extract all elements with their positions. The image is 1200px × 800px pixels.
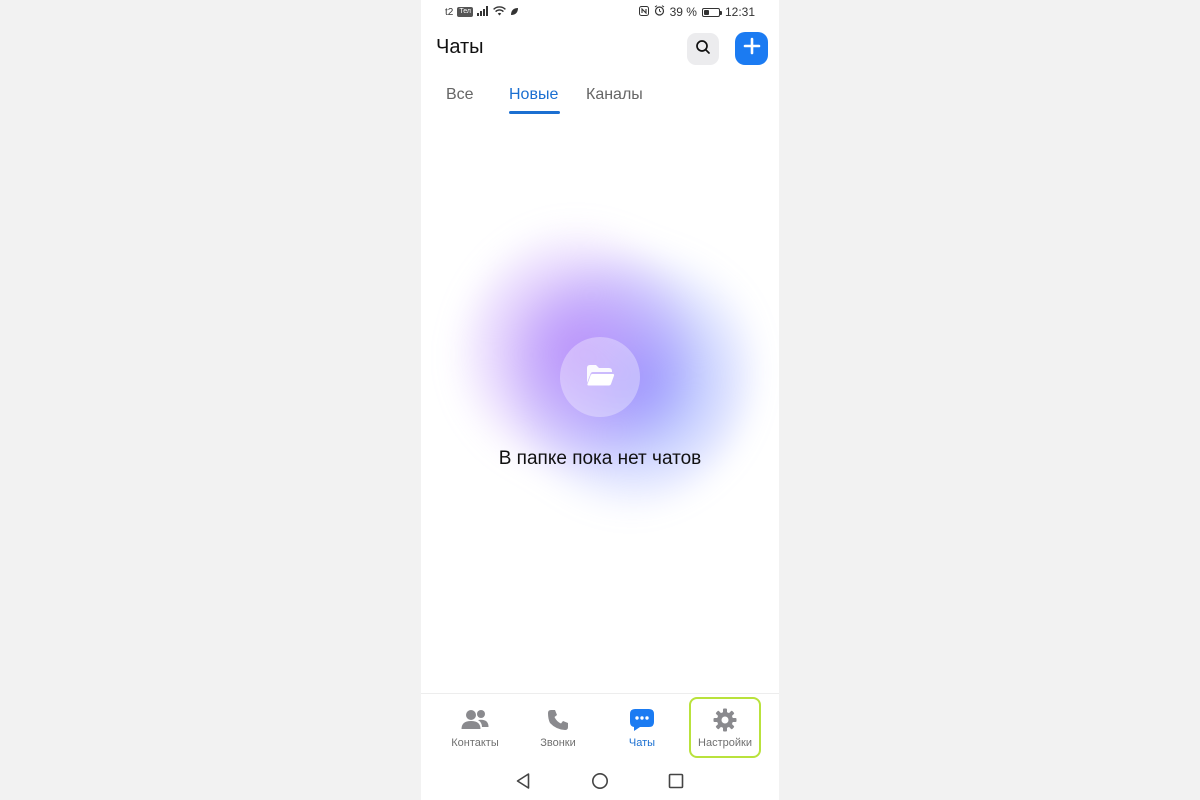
status-bar-right: 39 % 12:31 (638, 5, 755, 19)
leaf-icon (510, 5, 519, 19)
tab-all[interactable]: Все (446, 86, 474, 104)
settings-highlight-frame (689, 697, 761, 758)
nfc-icon (638, 5, 649, 19)
bottom-nav-divider (421, 693, 779, 694)
empty-state-icon-circle (560, 337, 640, 417)
recents-icon[interactable] (665, 770, 687, 792)
tab-channels[interactable]: Каналы (586, 86, 643, 104)
battery-fill (703, 9, 709, 15)
back-icon[interactable] (512, 770, 534, 792)
page-title: Чаты (436, 36, 484, 58)
carrier-badge: Тел (457, 7, 473, 17)
plus-icon (743, 37, 761, 60)
status-bar: t2 Тел 39 % 12:31 (421, 0, 779, 24)
nav-item-calls[interactable]: Звонки (523, 706, 593, 749)
folder-icon (585, 363, 615, 392)
nav-label-chats: Чаты (628, 737, 656, 749)
carrier-label: t2 (445, 6, 454, 18)
system-navigation-bar (421, 768, 779, 794)
chat-bubble-icon (607, 706, 677, 734)
nav-item-contacts[interactable]: Контакты (440, 706, 510, 749)
search-button[interactable] (687, 33, 719, 65)
empty-state-text: В папке пока нет чатов (498, 448, 702, 469)
phone-icon (523, 706, 593, 734)
battery-icon (701, 7, 722, 17)
status-bar-left: t2 Тел (445, 5, 519, 19)
nav-label-contacts: Контакты (451, 737, 499, 749)
clock: 12:31 (724, 5, 755, 19)
phone-screen: t2 Тел 39 % 12:31 Чаты Все Новые Каналы … (421, 0, 779, 800)
active-tab-indicator (509, 111, 560, 114)
home-icon[interactable] (589, 770, 611, 792)
nav-item-chats[interactable]: Чаты (607, 706, 677, 749)
signal-icon (476, 5, 489, 19)
battery-percent: 39 % (669, 5, 697, 19)
new-chat-button[interactable] (735, 32, 768, 65)
nav-label-calls: Звонки (540, 737, 576, 749)
wifi-icon (493, 5, 506, 19)
tab-new[interactable]: Новые (509, 86, 558, 104)
alarm-icon (654, 5, 665, 19)
search-icon (695, 39, 711, 60)
contacts-icon (440, 706, 510, 734)
